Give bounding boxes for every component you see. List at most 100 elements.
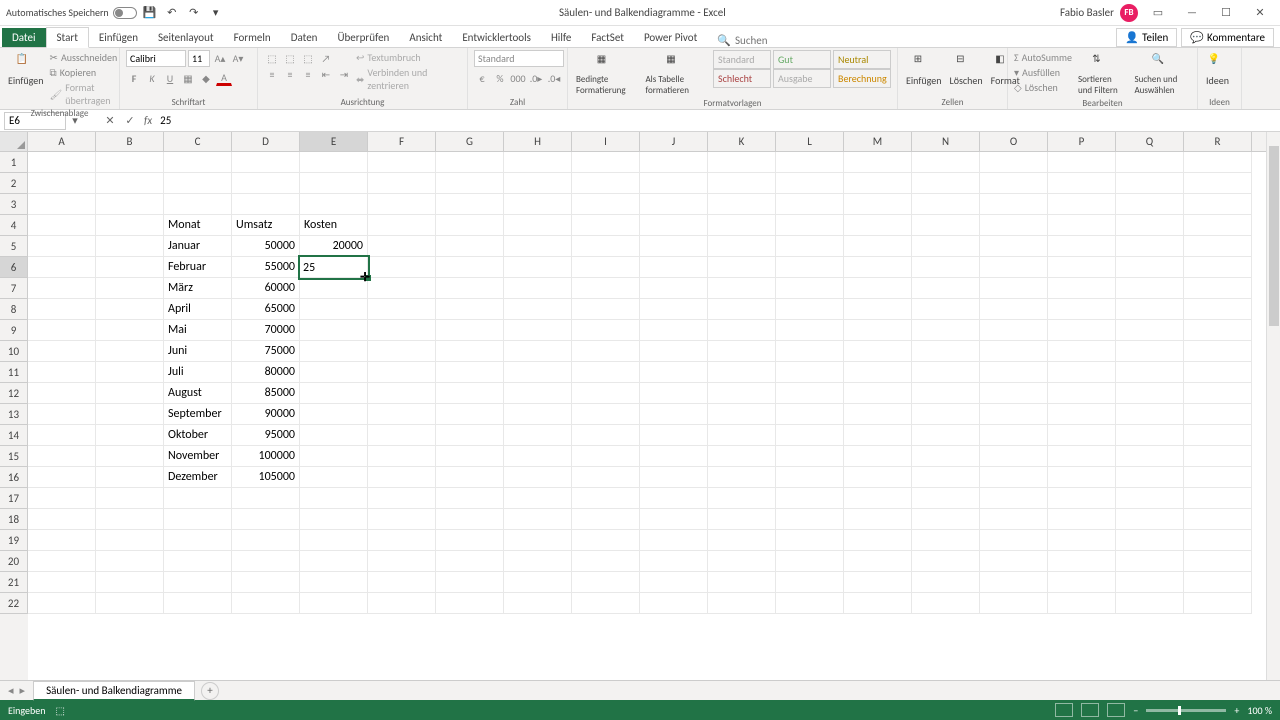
- record-macro-icon[interactable]: ⬚: [56, 704, 65, 717]
- cell-M13[interactable]: [844, 404, 912, 425]
- cell-J9[interactable]: [640, 320, 708, 341]
- qat-customize-icon[interactable]: ▾: [207, 4, 225, 22]
- cell-L13[interactable]: [776, 404, 844, 425]
- cell-I10[interactable]: [572, 341, 640, 362]
- cell-C22[interactable]: [164, 593, 232, 614]
- cell-J18[interactable]: [640, 509, 708, 530]
- cell-E21[interactable]: [300, 572, 368, 593]
- cell-A14[interactable]: [28, 425, 96, 446]
- cell-O14[interactable]: [980, 425, 1048, 446]
- italic-button[interactable]: K: [144, 70, 160, 86]
- cell-J14[interactable]: [640, 425, 708, 446]
- cell-N17[interactable]: [912, 488, 980, 509]
- cell-N13[interactable]: [912, 404, 980, 425]
- col-header-R[interactable]: R: [1184, 132, 1252, 151]
- cell-Q4[interactable]: [1116, 215, 1184, 236]
- align-bottom-icon[interactable]: ⬚: [300, 50, 316, 66]
- cell-A15[interactable]: [28, 446, 96, 467]
- font-color-button[interactable]: A: [216, 70, 232, 86]
- cell-Q13[interactable]: [1116, 404, 1184, 425]
- row-header-8[interactable]: 8: [0, 299, 28, 320]
- bold-button[interactable]: F: [126, 70, 142, 86]
- cell-N15[interactable]: [912, 446, 980, 467]
- cell-I5[interactable]: [572, 236, 640, 257]
- cell-H17[interactable]: [504, 488, 572, 509]
- cell-I3[interactable]: [572, 194, 640, 215]
- cell-E9[interactable]: [300, 320, 368, 341]
- cell-O10[interactable]: [980, 341, 1048, 362]
- cell-D5[interactable]: 50000: [232, 236, 300, 257]
- cell-D3[interactable]: [232, 194, 300, 215]
- cell-C5[interactable]: Januar: [164, 236, 232, 257]
- cell-F18[interactable]: [368, 509, 436, 530]
- cell-J17[interactable]: [640, 488, 708, 509]
- align-left-icon[interactable]: ≡: [264, 66, 280, 82]
- cell-Q22[interactable]: [1116, 593, 1184, 614]
- find-select-button[interactable]: 🔍Suchen und Auswählen: [1132, 50, 1191, 98]
- cell-K8[interactable]: [708, 299, 776, 320]
- cell-D10[interactable]: 75000: [232, 341, 300, 362]
- cell-C14[interactable]: Oktober: [164, 425, 232, 446]
- cell-M15[interactable]: [844, 446, 912, 467]
- cell-C20[interactable]: [164, 551, 232, 572]
- cell-Q18[interactable]: [1116, 509, 1184, 530]
- cell-I19[interactable]: [572, 530, 640, 551]
- close-icon[interactable]: ✕: [1246, 4, 1274, 22]
- col-header-E[interactable]: E: [300, 132, 368, 151]
- cell-H8[interactable]: [504, 299, 572, 320]
- cell-P1[interactable]: [1048, 152, 1116, 173]
- cell-B12[interactable]: [96, 383, 164, 404]
- cell-E20[interactable]: [300, 551, 368, 572]
- tab-file[interactable]: Datei: [2, 28, 46, 47]
- cell-D16[interactable]: 105000: [232, 467, 300, 488]
- cell-N8[interactable]: [912, 299, 980, 320]
- cell-R16[interactable]: [1184, 467, 1252, 488]
- cell-O20[interactable]: [980, 551, 1048, 572]
- cell-M10[interactable]: [844, 341, 912, 362]
- cell-K9[interactable]: [708, 320, 776, 341]
- cell-K11[interactable]: [708, 362, 776, 383]
- cell-C17[interactable]: [164, 488, 232, 509]
- cell-B21[interactable]: [96, 572, 164, 593]
- cell-K15[interactable]: [708, 446, 776, 467]
- confirm-entry-icon[interactable]: ✓: [120, 114, 140, 127]
- tab-entwicklertools[interactable]: Entwicklertools: [452, 28, 541, 47]
- cell-I18[interactable]: [572, 509, 640, 530]
- cell-C11[interactable]: Juli: [164, 362, 232, 383]
- cell-M8[interactable]: [844, 299, 912, 320]
- cell-D20[interactable]: [232, 551, 300, 572]
- row-header-1[interactable]: 1: [0, 152, 28, 173]
- cell-Q19[interactable]: [1116, 530, 1184, 551]
- cell-N19[interactable]: [912, 530, 980, 551]
- cell-K14[interactable]: [708, 425, 776, 446]
- cell-P21[interactable]: [1048, 572, 1116, 593]
- cell-M7[interactable]: [844, 278, 912, 299]
- tab-power pivot[interactable]: Power Pivot: [634, 28, 707, 47]
- cell-L20[interactable]: [776, 551, 844, 572]
- cell-L18[interactable]: [776, 509, 844, 530]
- cell-K13[interactable]: [708, 404, 776, 425]
- cell-P20[interactable]: [1048, 551, 1116, 572]
- cell-F16[interactable]: [368, 467, 436, 488]
- cell-M5[interactable]: [844, 236, 912, 257]
- cell-M17[interactable]: [844, 488, 912, 509]
- cell-I4[interactable]: [572, 215, 640, 236]
- cell-K2[interactable]: [708, 173, 776, 194]
- cell-R22[interactable]: [1184, 593, 1252, 614]
- format-table-button[interactable]: ▦Als Tabelle formatieren: [643, 50, 709, 98]
- cell-O9[interactable]: [980, 320, 1048, 341]
- cell-N3[interactable]: [912, 194, 980, 215]
- cell-P10[interactable]: [1048, 341, 1116, 362]
- cell-K6[interactable]: [708, 257, 776, 278]
- cell-J6[interactable]: [640, 257, 708, 278]
- cell-R17[interactable]: [1184, 488, 1252, 509]
- cell-E4[interactable]: Kosten: [300, 215, 368, 236]
- cell-A10[interactable]: [28, 341, 96, 362]
- decrease-font-icon[interactable]: A▾: [230, 51, 246, 67]
- cell-L22[interactable]: [776, 593, 844, 614]
- cell-N18[interactable]: [912, 509, 980, 530]
- cell-E22[interactable]: [300, 593, 368, 614]
- cell-I17[interactable]: [572, 488, 640, 509]
- cell-O21[interactable]: [980, 572, 1048, 593]
- cell-N7[interactable]: [912, 278, 980, 299]
